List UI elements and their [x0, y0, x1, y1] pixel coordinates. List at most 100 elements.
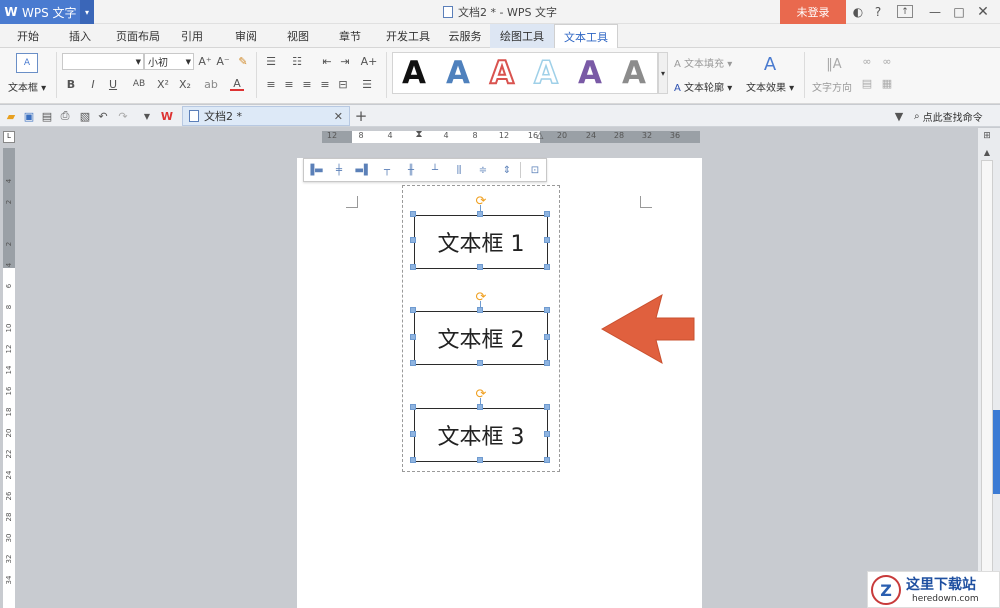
- tab-references[interactable]: 引用: [172, 24, 212, 48]
- resize-handle[interactable]: [477, 404, 483, 410]
- resize-handle[interactable]: [477, 360, 483, 366]
- search-command[interactable]: ⌕ 点此查找命令: [914, 108, 983, 124]
- side-panel-toggle[interactable]: [993, 410, 1000, 494]
- textbox-button[interactable]: 文本框 ▾: [8, 79, 46, 94]
- group-icon[interactable]: ▦: [880, 76, 894, 90]
- resize-handle[interactable]: [410, 264, 416, 270]
- resize-handle[interactable]: [544, 211, 550, 217]
- tab-stop-selector[interactable]: L: [3, 131, 15, 143]
- clear-format-icon[interactable]: ✎: [236, 54, 250, 68]
- text-style-light-blue-outline[interactable]: A: [526, 54, 566, 92]
- justify-icon[interactable]: ≡: [318, 77, 332, 91]
- distribute-vertical-icon[interactable]: ≑: [475, 163, 491, 177]
- rotate-handle-icon[interactable]: ⟳: [474, 194, 488, 209]
- number-list-icon[interactable]: ☷: [290, 54, 304, 68]
- skin-icon[interactable]: ◐: [850, 4, 866, 20]
- resize-handle[interactable]: [410, 457, 416, 463]
- text-direction-icon[interactable]: ‖A: [822, 53, 846, 75]
- resize-handle[interactable]: [477, 211, 483, 217]
- wrap-icon[interactable]: ▤: [860, 76, 874, 90]
- tab-text-tools[interactable]: 文本工具: [554, 24, 618, 48]
- app-menu-button[interactable]: W WPS 文字 ▾: [0, 0, 94, 24]
- subscript-icon[interactable]: X₂: [178, 77, 192, 91]
- align-top-objects-icon[interactable]: ┬: [379, 163, 395, 177]
- resize-handle[interactable]: [544, 237, 550, 243]
- text-style-blue[interactable]: A: [438, 54, 478, 92]
- chevron-down-icon[interactable]: ▾: [80, 0, 94, 24]
- tab-developer[interactable]: 开发工具: [380, 24, 436, 48]
- increase-indent-icon[interactable]: ⇥: [338, 54, 352, 68]
- minimize-icon[interactable]: —: [927, 4, 943, 20]
- resize-handle[interactable]: [410, 211, 416, 217]
- italic-icon[interactable]: I: [86, 77, 100, 91]
- document-tab[interactable]: 文档2 * ✕: [182, 106, 350, 126]
- distribute-icon[interactable]: ⊟: [336, 77, 350, 91]
- bold-icon[interactable]: B: [64, 77, 78, 91]
- new-tab-icon[interactable]: +: [354, 107, 368, 125]
- resize-handle[interactable]: [544, 360, 550, 366]
- font-size-select[interactable]: 小初 ▼: [144, 53, 194, 70]
- text-box-2[interactable]: 文本框 2: [414, 311, 548, 365]
- undo-icon[interactable]: ↶: [96, 109, 110, 123]
- right-indent-icon[interactable]: △: [536, 131, 544, 143]
- gallery-more-icon[interactable]: ▾: [658, 52, 668, 94]
- text-box-3[interactable]: 文本框 3: [414, 408, 548, 462]
- align-right-objects-icon[interactable]: ▬▌: [354, 163, 371, 177]
- bullet-list-icon[interactable]: ☰: [264, 54, 278, 68]
- redo-icon[interactable]: ↷: [116, 109, 130, 123]
- text-effect-icon[interactable]: A: [762, 53, 778, 75]
- equal-spacing-icon[interactable]: ⇕: [499, 163, 515, 177]
- close-icon[interactable]: ✕: [975, 4, 991, 20]
- indent-marker-icon[interactable]: ⧗: [415, 129, 423, 145]
- align-bottom-objects-icon[interactable]: ┴: [427, 163, 443, 177]
- font-color-icon[interactable]: A: [230, 77, 244, 91]
- text-fill-button[interactable]: A 文本填充 ▾: [674, 55, 732, 70]
- print-icon[interactable]: ⎙: [58, 109, 72, 123]
- help-icon[interactable]: ?: [870, 4, 886, 20]
- rotate-handle-icon[interactable]: ⟳: [474, 290, 488, 305]
- line-spacing-icon[interactable]: ☰: [360, 77, 374, 91]
- textbox-icon[interactable]: A: [16, 53, 38, 73]
- tab-insert[interactable]: 插入: [60, 24, 100, 48]
- tab-page-layout[interactable]: 页面布局: [110, 24, 166, 48]
- text-direction-label[interactable]: 文字方向: [812, 79, 852, 94]
- align-center-objects-icon[interactable]: ╪: [331, 163, 347, 177]
- tab-drawing-tools[interactable]: 绘图工具: [490, 24, 554, 48]
- resize-handle[interactable]: [544, 264, 550, 270]
- resize-handle[interactable]: [410, 431, 416, 437]
- strikethrough-icon[interactable]: AB: [130, 77, 148, 91]
- tab-cloud[interactable]: 云服务: [442, 24, 488, 48]
- resize-handle[interactable]: [410, 404, 416, 410]
- text-effect-button[interactable]: 文本效果 ▾: [746, 79, 794, 94]
- maximize-icon[interactable]: □: [951, 4, 967, 20]
- resize-handle[interactable]: [410, 360, 416, 366]
- pin-ribbon-icon[interactable]: ↑: [897, 5, 913, 18]
- resize-handle[interactable]: [544, 431, 550, 437]
- resize-handle[interactable]: [477, 264, 483, 270]
- resize-handle[interactable]: [544, 404, 550, 410]
- login-button[interactable]: 未登录: [780, 0, 846, 24]
- print-preview-icon[interactable]: ▧: [78, 109, 92, 123]
- scrollbar-thumb[interactable]: [981, 160, 993, 600]
- group-objects-icon[interactable]: ⊡: [527, 163, 543, 177]
- ribbon-toggle-icon[interactable]: ▼: [892, 109, 906, 123]
- unlink-icon[interactable]: ∞: [880, 54, 894, 68]
- tab-view[interactable]: 视图: [278, 24, 318, 48]
- text-outline-button[interactable]: A 文本轮廓 ▾: [674, 79, 732, 94]
- tab-section[interactable]: 章节: [330, 24, 370, 48]
- scroll-up-icon[interactable]: ▲: [980, 145, 994, 159]
- align-left-icon[interactable]: ≡: [264, 77, 278, 91]
- underline-icon[interactable]: U: [106, 77, 120, 91]
- close-tab-icon[interactable]: ✕: [334, 110, 343, 123]
- rotate-handle-icon[interactable]: ⟳: [474, 387, 488, 402]
- open-folder-icon[interactable]: ▰: [4, 109, 18, 123]
- resize-handle[interactable]: [544, 334, 550, 340]
- save-as-icon[interactable]: ▤: [40, 109, 54, 123]
- shrink-font-icon[interactable]: A⁻: [216, 54, 230, 68]
- resize-handle[interactable]: [477, 457, 483, 463]
- qat-dropdown-icon[interactable]: ▼: [140, 109, 154, 123]
- wps-w-icon[interactable]: W: [160, 109, 174, 123]
- font-family-select[interactable]: ▼: [62, 53, 144, 70]
- align-center-icon[interactable]: ≡: [282, 77, 296, 91]
- resize-handle[interactable]: [544, 307, 550, 313]
